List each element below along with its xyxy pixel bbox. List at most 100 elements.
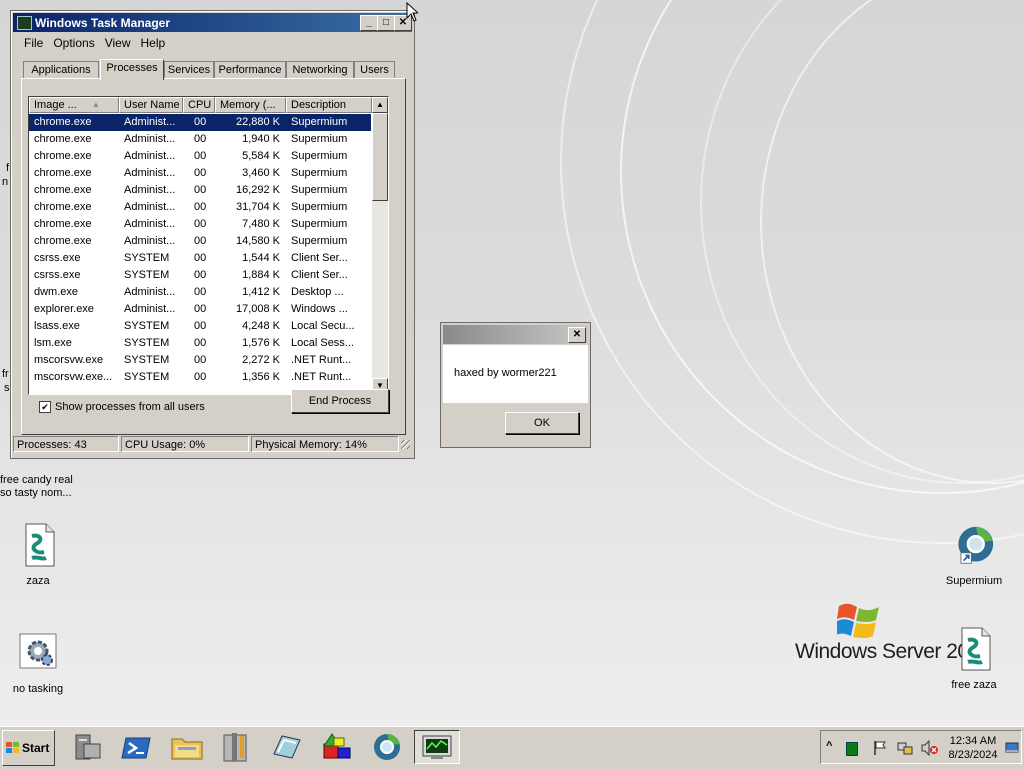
explorer-taskbar-icon[interactable] [164,730,210,764]
status-processes: Processes: 43 [13,436,119,452]
process-description: Supermium [291,218,348,230]
action-center-flag-icon[interactable] [873,740,887,756]
process-memory: 31,704 K [235,201,280,213]
menu-help[interactable]: Help [136,35,171,51]
process-cpu: 00 [194,337,207,349]
desktop-icon-no-tasking[interactable]: no tasking [6,630,70,696]
message-box-titlebar[interactable]: ✕ [443,325,588,344]
process-cpu: 00 [194,286,207,298]
process-image-name: csrss.exe [34,269,81,281]
table-row[interactable]: lsass.exe SYSTEM 00 4,248 K Local Secu... [29,318,371,335]
process-image-name: dwm.exe [34,286,79,298]
table-row[interactable]: chrome.exe Administ... 00 22,880 K Supermium [29,114,371,131]
table-row[interactable]: chrome.exe Administ... 00 1,940 K Supermium [29,131,371,148]
checkbox-checked-icon: ✔ [39,401,51,414]
column-header-memory[interactable]: Memory (... [215,97,286,113]
status-physical-memory: Physical Memory: 14% [251,436,399,452]
network-icon[interactable] [897,740,913,756]
vertical-scrollbar[interactable]: ▲ ▼ [372,97,388,394]
table-row[interactable]: chrome.exe Administ... 00 14,580 K Supermium [29,233,371,250]
process-user-name: SYSTEM [124,252,170,264]
process-cpu: 00 [194,371,207,383]
green-status-icon[interactable] [846,742,858,756]
process-description: Supermium [291,133,348,145]
process-user-name: SYSTEM [124,320,170,332]
process-memory: 2,272 K [242,354,280,366]
shapes-taskbar-icon[interactable] [314,730,360,764]
status-cpu-usage: CPU Usage: 0% [121,436,249,452]
clock[interactable]: 12:34 AM 8/23/2024 [941,734,1005,762]
table-row[interactable]: csrss.exe SYSTEM 00 1,884 K Client Ser... [29,267,371,284]
process-cpu: 00 [194,320,207,332]
show-all-processes-checkbox[interactable]: ✔ Show processes from all users [39,401,205,414]
resize-grip-icon[interactable] [401,440,410,449]
end-process-button[interactable]: End Process [291,389,389,413]
tab-networking[interactable]: Networking [286,61,354,79]
process-user-name: Administ... [124,167,176,179]
maximize-button[interactable]: □ [377,15,395,31]
column-header-description[interactable]: Description [286,97,372,113]
process-image-name: explorer.exe [34,303,94,315]
start-button[interactable]: Start [2,730,55,766]
table-row[interactable]: explorer.exe Administ... 00 17,008 K Windows… [29,301,371,318]
process-user-name: Administ... [124,218,176,230]
table-row[interactable]: dwm.exe Administ... 00 1,412 K Desktop ... [29,284,371,301]
menu-options[interactable]: Options [48,35,99,51]
desktop-icon-label: free candy real so tasty nom... [0,474,73,499]
process-cpu: 00 [194,133,207,145]
desktop-icon-zaza[interactable]: zaza [10,522,66,588]
tab-users[interactable]: Users [354,61,395,79]
partial-icon-label: fr [2,368,9,380]
table-row[interactable]: lsm.exe SYSTEM 00 1,576 K Local Sess... [29,335,371,352]
column-header-cpu[interactable]: CPU [183,97,215,113]
task-manager-titlebar[interactable]: Windows Task Manager _ □ ✕ [13,13,412,32]
supermium-taskbar-icon[interactable] [364,730,410,764]
tab-processes[interactable]: Processes [100,59,164,80]
media-taskbar-icon[interactable] [264,730,310,764]
column-header-user[interactable]: User Name [119,97,183,113]
desktop-icon-label: zaza [26,575,50,587]
process-memory: 1,412 K [242,286,280,298]
process-description: Client Ser... [291,252,348,264]
process-memory: 1,356 K [242,371,280,383]
process-description: Windows ... [291,303,348,315]
table-row[interactable]: chrome.exe Administ... 00 5,584 K Supermium [29,148,371,165]
tools-taskbar-icon[interactable] [214,730,260,764]
desktop-icon-supermium[interactable]: Supermium [942,522,1006,588]
scroll-up-icon[interactable]: ▲ [372,97,388,113]
windows-flag-icon [837,603,879,638]
task-manager-taskbar-icon[interactable] [414,730,460,764]
table-row[interactable]: chrome.exe Administ... 00 7,480 K Supermium [29,216,371,233]
clock-date: 8/23/2024 [948,749,998,761]
task-manager-app-icon [17,16,32,30]
table-row[interactable]: chrome.exe Administ... 00 16,292 K Supermium [29,182,371,199]
table-row[interactable]: mscorsvw.exe SYSTEM 00 2,272 K .NET Runt... [29,352,371,369]
process-user-name: Administ... [124,235,176,247]
tab-services[interactable]: Services [164,61,214,79]
process-list[interactable]: Image ... ▲ User Name CPU Memory (... Des… [28,96,389,395]
process-user-name: Administ... [124,201,176,213]
menu-view[interactable]: View [100,35,136,51]
process-description: Supermium [291,116,348,128]
show-hidden-icons-button[interactable]: ^ [826,740,832,752]
menu-file[interactable]: File [19,35,48,51]
ok-button[interactable]: OK [505,412,579,434]
message-box-close-button[interactable]: ✕ [568,327,586,343]
desktop-icon-free-candy[interactable]: free candy real so tasty nom... [0,470,80,500]
notification-area: ^ 12:34 AM 8/23/2024 [820,730,1022,764]
table-row[interactable]: chrome.exe Administ... 00 31,704 K Supermium [29,199,371,216]
volume-muted-icon[interactable] [921,740,939,756]
show-desktop-icon[interactable] [1005,742,1019,753]
column-header-image[interactable]: Image ... ▲ [29,97,119,113]
tab-performance[interactable]: Performance [214,61,286,79]
powershell-taskbar-icon[interactable] [114,730,160,764]
table-row[interactable]: mscorsvw.exe... SYSTEM 00 1,356 K .NET Runt.… [29,369,371,386]
table-row[interactable]: chrome.exe Administ... 00 3,460 K Supermium [29,165,371,182]
desktop-icon-free-zaza[interactable]: free zaza [944,626,1004,692]
process-memory: 7,480 K [242,218,280,230]
table-row[interactable]: csrss.exe SYSTEM 00 1,544 K Client Ser... [29,250,371,267]
minimize-button[interactable]: _ [360,15,378,31]
server-manager-taskbar-icon[interactable] [64,730,110,764]
scroll-thumb[interactable] [372,113,388,201]
tab-applications[interactable]: Applications [23,61,99,79]
